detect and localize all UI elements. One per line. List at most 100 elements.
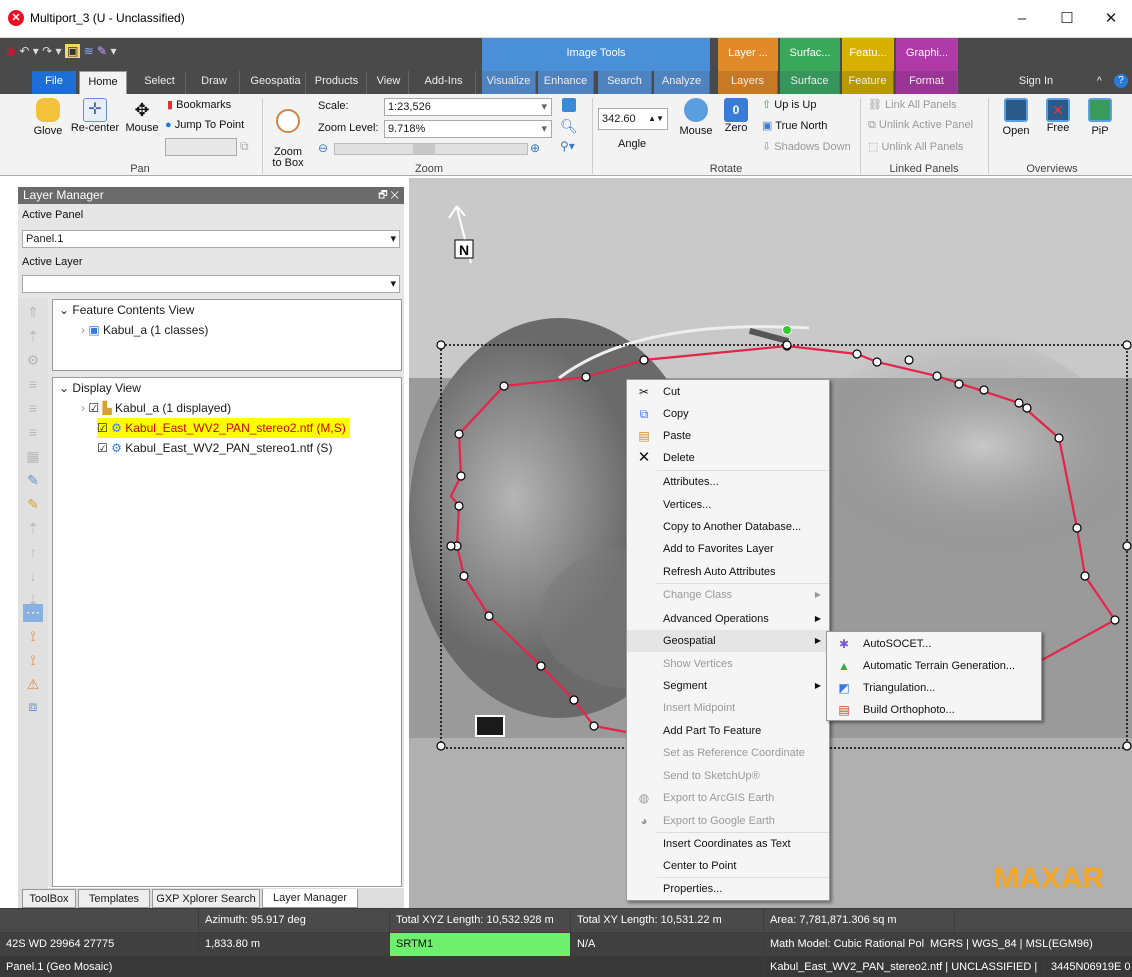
node-tool-icon[interactable]: ⟟: [23, 628, 43, 646]
customize-toolbar-icon[interactable]: ▾: [110, 44, 116, 58]
unlink-all-panels-button[interactable]: ⬚ Unlink All Panels: [868, 140, 963, 153]
tab-draw[interactable]: Draw: [189, 71, 240, 94]
vertex-handle[interactable]: [1072, 523, 1082, 533]
menu-item-add-part-to-feature[interactable]: Add Part To Feature: [627, 720, 829, 742]
vertex-handle[interactable]: [904, 355, 914, 365]
tab-enhance[interactable]: Enhance: [538, 71, 594, 94]
jump-to-point-button[interactable]: ● Jump To Point: [165, 119, 244, 131]
layer-add-icon[interactable]: ⇡: [23, 328, 43, 346]
vertex-handle[interactable]: [454, 429, 464, 439]
checkbox-checked-icon[interactable]: ☑: [97, 421, 108, 435]
tab-toolbox[interactable]: ToolBox: [22, 889, 76, 908]
collapse-ribbon-icon[interactable]: ^: [1097, 76, 1102, 87]
vertex-handle[interactable]: [589, 721, 599, 731]
tab-layer-manager[interactable]: Layer Manager: [262, 889, 358, 908]
recenter-button[interactable]: ✛ Re-center: [68, 98, 122, 134]
zero-rotation-button[interactable]: 0 Zero: [718, 98, 754, 134]
paint-icon[interactable]: ✎: [97, 44, 107, 58]
mouse-pan-button[interactable]: ✥ Mouse: [122, 98, 162, 134]
menu-item-show-vertices[interactable]: Show Vertices: [627, 653, 829, 675]
tab-view[interactable]: View: [369, 71, 409, 94]
checkbox-checked-icon[interactable]: ☑: [88, 401, 99, 415]
layer-stack-icon[interactable]: ≡: [23, 376, 43, 394]
vertex-handle[interactable]: [1122, 340, 1132, 350]
menu-item-change-class[interactable]: Change Class ▶: [627, 584, 829, 606]
vertex-handle[interactable]: [1014, 398, 1024, 408]
select-tool-icon[interactable]: ▣: [64, 44, 81, 58]
layers-icon[interactable]: ≋: [84, 44, 94, 58]
move-up-icon[interactable]: ⇑: [23, 304, 43, 322]
vertex-handle[interactable]: [1054, 433, 1064, 443]
tab-file[interactable]: File: [32, 71, 76, 94]
menu-item-triangulation[interactable]: ◩ Triangulation...: [827, 677, 1041, 699]
zoom-to-box-button[interactable]: Zoom to Box: [266, 98, 310, 169]
menu-item-autosocet[interactable]: ✱ AutoSOCET...: [827, 633, 1041, 655]
menu-item-cut[interactable]: ✂ Cut: [627, 381, 829, 403]
vertex-tool-icon[interactable]: ⋯: [23, 604, 43, 622]
vertex-handle[interactable]: [456, 471, 466, 481]
overview-open-button[interactable]: Open: [996, 98, 1036, 137]
menu-item-automatic-terrain-generation[interactable]: ▲ Automatic Terrain Generation...: [827, 655, 1041, 677]
feature-tree-item[interactable]: › ▣ Kabul_a (1 classes): [53, 320, 401, 340]
menu-item-delete[interactable]: ✕ Delete: [627, 447, 829, 469]
menu-item-insert-midpoint[interactable]: Insert Midpoint: [627, 697, 829, 719]
arrow-up-icon[interactable]: ⇡: [23, 520, 43, 538]
vertex-handle[interactable]: [1122, 741, 1132, 751]
tab-surface[interactable]: Surface: [780, 71, 840, 94]
layer-stack3-icon[interactable]: ≡: [23, 424, 43, 442]
unlink-active-panel-button[interactable]: ⧉ Unlink Active Panel: [868, 119, 973, 132]
layer-edit-icon[interactable]: ✎: [23, 472, 43, 490]
angle-input[interactable]: 342.60 ▲▼: [598, 108, 668, 130]
maximize-button[interactable]: ☐: [1050, 6, 1084, 32]
up-is-up-button[interactable]: ⇧ Up is Up: [762, 98, 816, 111]
split-tool-icon[interactable]: ⚠: [23, 676, 43, 694]
jump-coordinate-input[interactable]: [165, 138, 237, 156]
scale-combo[interactable]: 1:23,526 ▾: [384, 98, 552, 116]
checkbox-checked-icon[interactable]: ☑: [97, 441, 108, 455]
tab-feature[interactable]: Feature: [842, 71, 894, 94]
rotation-handle[interactable]: [782, 325, 792, 335]
vertex-handle[interactable]: [979, 385, 989, 395]
tab-visualize[interactable]: Visualize: [482, 71, 536, 94]
vertex-handle[interactable]: [782, 340, 792, 350]
vertex-handle[interactable]: [1122, 541, 1132, 551]
zoom-level-combo[interactable]: 9.718% ▾: [384, 120, 552, 138]
active-layer-select[interactable]: ▾: [22, 275, 400, 293]
glove-button[interactable]: Glove: [30, 98, 66, 137]
shadows-down-button[interactable]: ⇩ Shadows Down: [762, 140, 851, 153]
zoom-in-icon[interactable]: ⊕: [530, 141, 540, 155]
layer-grid-icon[interactable]: ▦: [23, 448, 43, 466]
vertex-handle[interactable]: [536, 661, 546, 671]
menu-item-set-reference-coordinate[interactable]: Set as Reference Coordinate: [627, 742, 829, 764]
tab-add-ins[interactable]: Add-Ins: [412, 71, 476, 94]
vertex-handle[interactable]: [459, 571, 469, 581]
zoom-extent-icon[interactable]: [562, 98, 576, 112]
menu-item-copy[interactable]: ⧉ Copy: [627, 403, 829, 425]
true-north-button[interactable]: ▣ True North: [762, 119, 827, 132]
app-menu-icon[interactable]: ⊗: [6, 44, 16, 58]
arrow-down-icon[interactable]: ↓: [23, 568, 43, 586]
vertex-handle[interactable]: [446, 541, 456, 551]
tab-products[interactable]: Products: [307, 71, 367, 94]
menu-item-export-arcgis-earth[interactable]: ◍ Export to ArcGIS Earth: [627, 787, 829, 809]
tab-templates[interactable]: Templates: [78, 889, 150, 908]
sign-in-link[interactable]: Sign In: [1010, 71, 1062, 94]
vertex-handle[interactable]: [499, 381, 509, 391]
float-close-icon[interactable]: 🗗 ✕: [378, 187, 404, 204]
link-all-panels-button[interactable]: ⛓ Link All Panels: [868, 98, 957, 111]
vertex-handle[interactable]: [1080, 571, 1090, 581]
display-item-kabul-a[interactable]: › ☑ ▙ Kabul_a (1 displayed): [53, 398, 401, 418]
tab-home[interactable]: Home: [79, 71, 127, 94]
tab-analyze[interactable]: Analyze: [654, 71, 710, 94]
layers-stack-icon[interactable]: ⧈: [23, 698, 43, 716]
vertex-handle[interactable]: [436, 741, 446, 751]
redo-icon[interactable]: ↷ ▾: [42, 44, 61, 58]
vertex-handle[interactable]: [454, 501, 464, 511]
tab-select[interactable]: Select: [134, 71, 186, 94]
zoom-options-icon[interactable]: ⚲▾: [560, 139, 575, 153]
layer-settings-icon[interactable]: ⚙: [23, 352, 43, 370]
vertex-handle[interactable]: [581, 372, 591, 382]
vertex-handle[interactable]: [639, 355, 649, 365]
arrow-up2-icon[interactable]: ↑: [23, 544, 43, 562]
copy-coordinate-icon[interactable]: ⧉: [240, 139, 249, 154]
